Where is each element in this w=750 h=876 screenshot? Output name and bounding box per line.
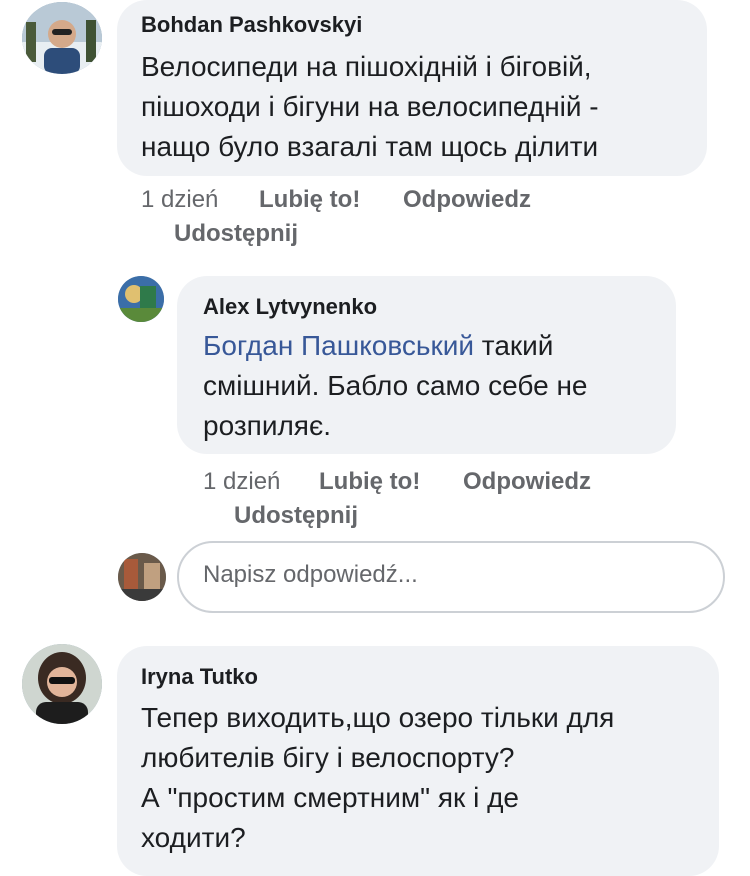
comment-text-line: Тепер виходить,що озеро тільки для <box>141 702 615 733</box>
comment-author[interactable]: Bohdan Pashkovskyi <box>141 12 362 38</box>
comment-text-line: Велосипеди на пішохідній і біговій, <box>141 51 592 82</box>
comment-timestamp[interactable]: 1 dzień <box>141 183 218 217</box>
comment-text-fragment: такий <box>474 330 554 361</box>
comment-text-line: А "простим смертним" як і де <box>141 782 519 813</box>
avatar-photo-icon <box>22 644 102 724</box>
current-user-avatar <box>118 553 166 601</box>
comment-author[interactable]: Iryna Tutko <box>141 664 258 690</box>
comment-actions: 1 dzień Lubię to! Odpowiedz Udostępnij <box>0 183 750 253</box>
reply-button[interactable]: Odpowiedz <box>403 183 531 217</box>
avatar-iryna[interactable] <box>22 644 102 724</box>
reply-input-placeholder: Napisz odpowiedź... <box>203 561 418 588</box>
comment-text-line: смішний. Бабло само себе не <box>203 370 588 401</box>
avatar-photo-icon <box>118 276 164 322</box>
comment-text-line: любителів бігу і велоспорту? <box>141 742 515 773</box>
comment-actions: 1 dzień Lubię to! Odpowiedz Udostępnij <box>0 465 750 535</box>
share-button[interactable]: Udostępnij <box>174 217 298 251</box>
like-button[interactable]: Lubię to! <box>259 183 360 217</box>
reply-input[interactable]: Napisz odpowiedź... <box>177 541 725 613</box>
comment-text-line: пішоходи і бігуни на велосипедній - <box>141 91 599 122</box>
comment-timestamp[interactable]: 1 dzień <box>203 465 280 499</box>
avatar-alex[interactable] <box>118 276 164 322</box>
avatar-bohdan[interactable] <box>22 2 102 74</box>
comment-text-line: ходити? <box>141 822 246 853</box>
comment-author[interactable]: Alex Lytvynenko <box>203 294 377 320</box>
mention-link[interactable]: Богдан Пашковський <box>203 330 474 361</box>
comment-text-line: розпиляє. <box>203 410 332 441</box>
share-button[interactable]: Udostępnij <box>234 499 358 533</box>
comment-text-line: нащо було взагалі там щось ділити <box>141 131 599 162</box>
avatar-photo-icon <box>118 553 166 601</box>
avatar-photo-icon <box>22 2 102 74</box>
like-button[interactable]: Lubię to! <box>319 465 420 499</box>
reply-button[interactable]: Odpowiedz <box>463 465 591 499</box>
comment-text-line: Богдан Пашковський такий <box>203 326 553 366</box>
